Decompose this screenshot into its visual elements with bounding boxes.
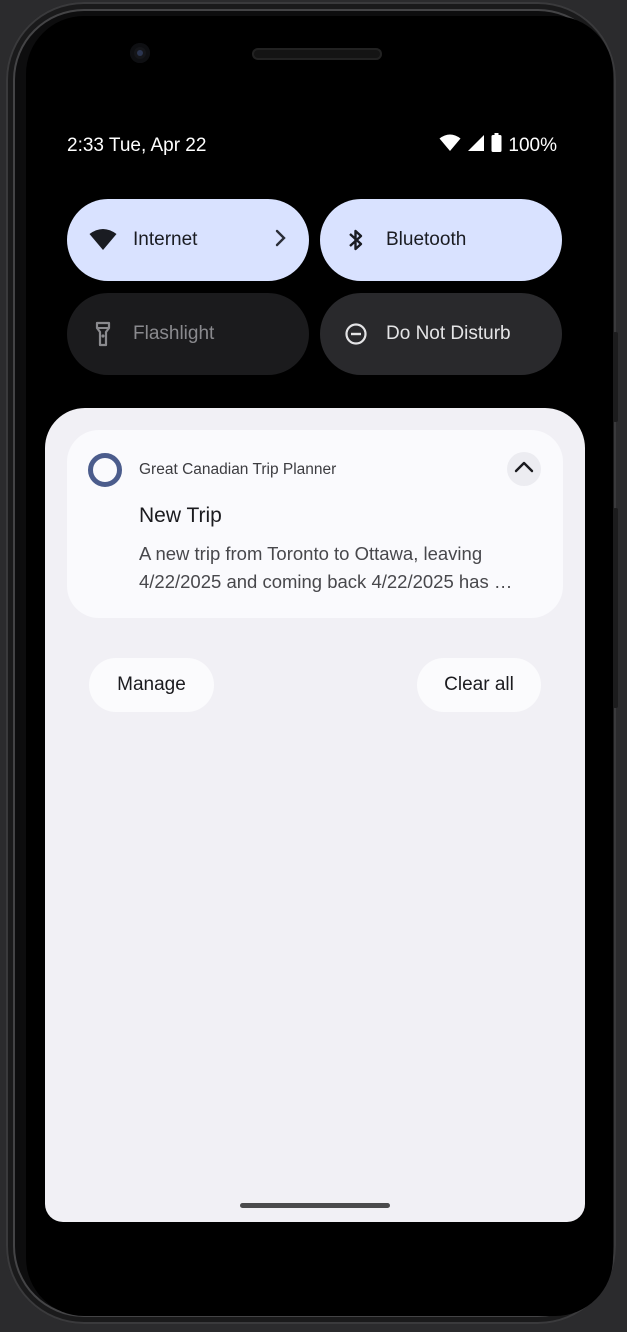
tile-do-not-disturb[interactable]: Do Not Disturb — [320, 293, 562, 375]
status-time-date: 2:33 Tue, Apr 22 — [67, 135, 207, 156]
tile-flashlight[interactable]: Flashlight — [67, 293, 309, 375]
chevron-right-icon — [275, 228, 287, 254]
notification-card[interactable]: Great Canadian Trip Planner New Trip A n… — [67, 430, 563, 618]
notification-title: New Trip — [139, 504, 222, 527]
wifi-icon — [439, 134, 461, 158]
collapse-button[interactable] — [507, 452, 541, 486]
notification-app-name: Great Canadian Trip Planner — [139, 461, 337, 478]
tile-bluetooth[interactable]: Bluetooth — [320, 199, 562, 281]
front-camera — [130, 43, 150, 63]
screen: 2:33 Tue, Apr 22 100% Internet Bluetooth… — [26, 16, 613, 1316]
notification-body-line-1: A new trip from Toronto to Ottawa, leavi… — [139, 543, 483, 564]
tile-dnd-label: Do Not Disturb — [386, 323, 511, 344]
status-icons: 100% — [439, 133, 557, 158]
notification-body-line-2: 4/22/2025 and coming back 4/22/2025 has … — [139, 571, 513, 592]
notification-shade: Great Canadian Trip Planner New Trip A n… — [45, 408, 585, 1222]
phone-frame: 2:33 Tue, Apr 22 100% Internet Bluetooth… — [6, 2, 618, 1324]
signal-icon — [467, 134, 485, 158]
notification-body: A new trip from Toronto to Ottawa, leavi… — [139, 540, 545, 596]
status-bar: 2:33 Tue, Apr 22 100% — [67, 132, 557, 160]
bluetooth-icon — [342, 226, 370, 254]
dnd-icon — [342, 320, 370, 348]
wifi-icon — [89, 226, 117, 254]
home-gesture-bar[interactable] — [240, 1203, 390, 1208]
tile-internet[interactable]: Internet — [67, 199, 309, 281]
battery-percent: 100% — [508, 134, 557, 156]
tile-bluetooth-label: Bluetooth — [386, 229, 467, 250]
earpiece-speaker — [252, 48, 382, 60]
chevron-up-icon — [514, 460, 534, 478]
flashlight-icon — [89, 320, 117, 348]
manage-button[interactable]: Manage — [89, 658, 214, 712]
volume-button — [613, 508, 618, 708]
battery-icon — [491, 133, 502, 158]
power-button — [613, 332, 618, 422]
app-ring-icon — [88, 453, 122, 487]
tile-flashlight-label: Flashlight — [133, 323, 215, 344]
clear-all-button[interactable]: Clear all — [417, 658, 541, 712]
tile-internet-label: Internet — [133, 229, 198, 250]
